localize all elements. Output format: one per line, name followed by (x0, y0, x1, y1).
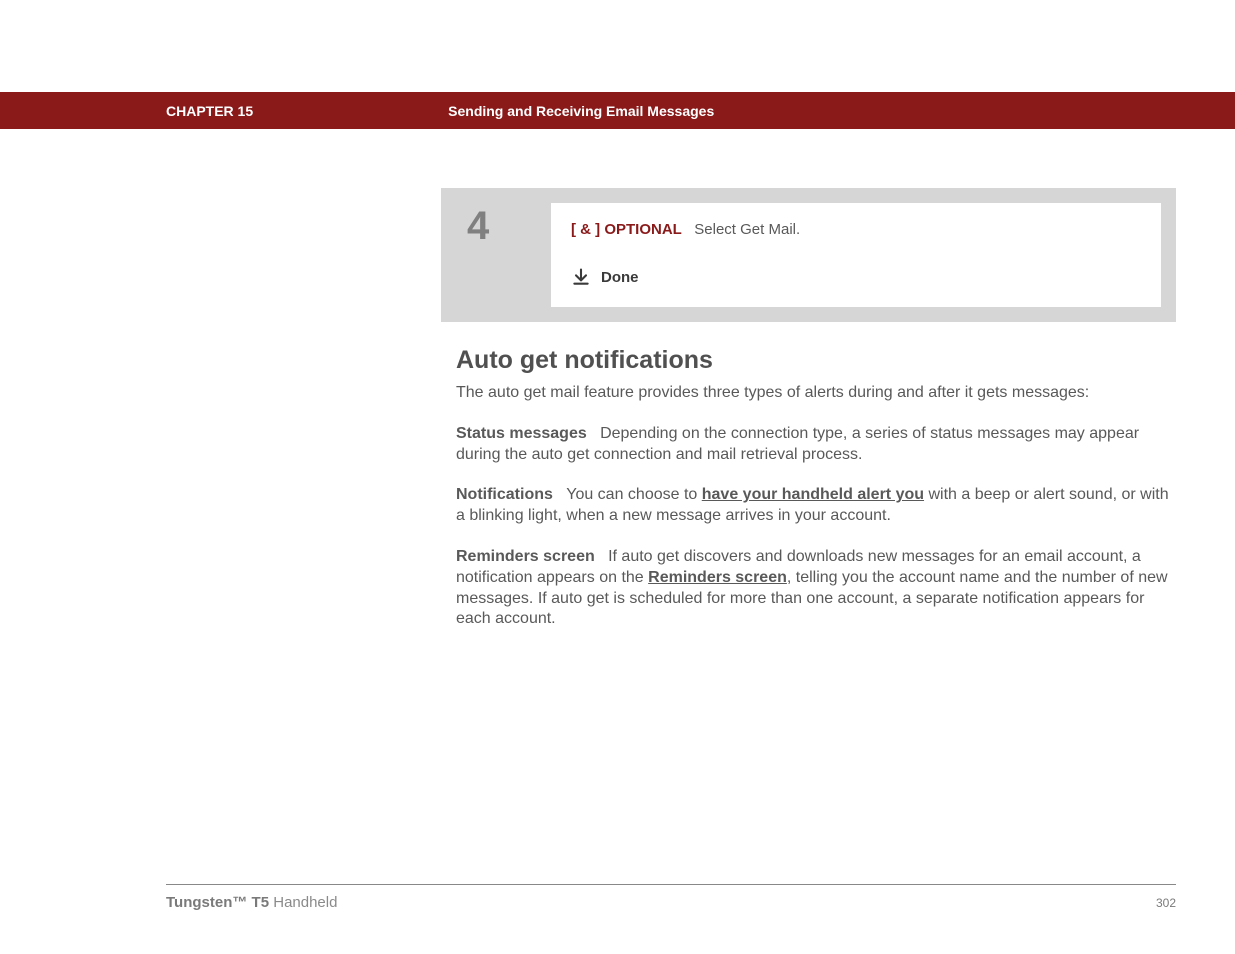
done-row: Done (571, 267, 1141, 287)
step-number-cell: 4 (441, 188, 551, 322)
section-heading: Auto get notifications (456, 346, 1176, 375)
step-content: [ & ] OPTIONAL Select Get Mail. Done (551, 203, 1161, 307)
page-number: 302 (1156, 896, 1176, 910)
notifications-label: Notifications (456, 486, 553, 503)
header-inner: CHAPTER 15 Sending and Receiving Email M… (0, 103, 1235, 119)
notifications-para: Notifications You can choose to have you… (456, 485, 1176, 527)
download-done-icon (571, 267, 591, 287)
optional-label: [ & ] OPTIONAL (571, 221, 682, 238)
content-area: Auto get notifications The auto get mail… (456, 346, 1176, 650)
reminders-para: Reminders screen If auto get discovers a… (456, 547, 1176, 630)
step-box: 4 [ & ] OPTIONAL Select Get Mail. Done (441, 188, 1176, 322)
reminders-link[interactable]: Reminders screen (648, 569, 787, 586)
chapter-number: CHAPTER 15 (166, 103, 253, 119)
reminders-label: Reminders screen (456, 548, 595, 565)
step-number: 4 (467, 204, 551, 249)
footer: Tungsten™ T5 Handheld 302 (166, 884, 1176, 911)
notifications-text-a: You can choose to (566, 486, 702, 503)
chapter-header: CHAPTER 15 Sending and Receiving Email M… (0, 92, 1235, 129)
alert-link[interactable]: have your handheld alert you (702, 486, 924, 503)
optional-text: Select Get Mail. (694, 221, 800, 238)
status-messages-label: Status messages (456, 425, 587, 442)
optional-row: [ & ] OPTIONAL Select Get Mail. (571, 221, 1141, 239)
product-name-rest: Handheld (269, 894, 337, 911)
product-name: Tungsten™ T5 Handheld (166, 894, 337, 911)
done-label: Done (601, 269, 639, 286)
chapter-title: Sending and Receiving Email Messages (448, 103, 714, 119)
product-name-bold: Tungsten™ T5 (166, 894, 269, 911)
intro-text: The auto get mail feature provides three… (456, 383, 1176, 404)
status-messages-para: Status messages Depending on the connect… (456, 424, 1176, 466)
